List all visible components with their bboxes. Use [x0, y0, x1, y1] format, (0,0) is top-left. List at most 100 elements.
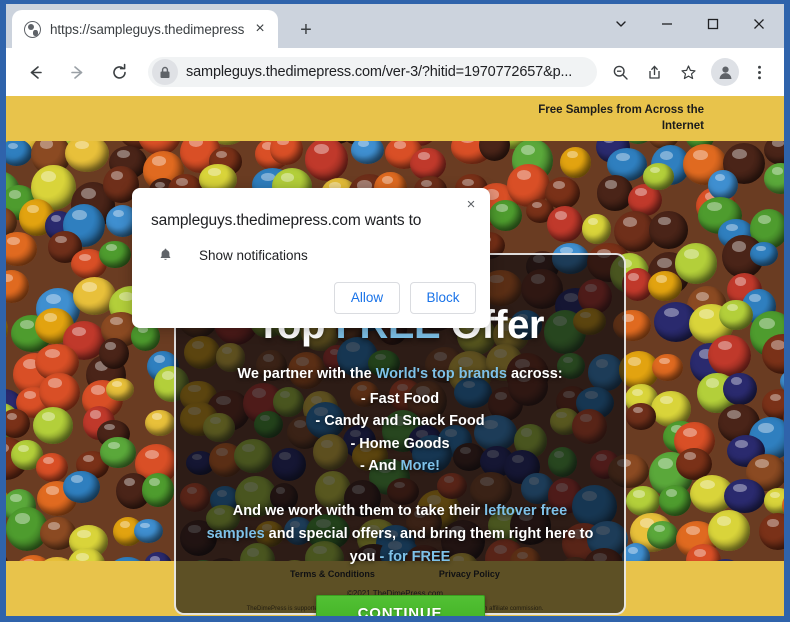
offer-intro-prefix: We partner with the — [237, 366, 376, 383]
candy-piece — [6, 549, 8, 561]
candy-piece — [6, 409, 31, 439]
zoom-out-icon[interactable] — [605, 57, 635, 87]
browser-tab[interactable]: https://sampleguys.thedimepress × — [12, 10, 278, 48]
candy-piece — [724, 479, 766, 514]
candy-piece — [350, 141, 384, 164]
candy-piece — [144, 409, 176, 437]
profile-avatar-icon[interactable] — [711, 58, 739, 86]
candy-piece — [764, 163, 784, 194]
candy-piece — [646, 521, 679, 550]
reload-icon[interactable] — [103, 56, 135, 88]
candy-piece — [625, 486, 660, 517]
star-icon[interactable] — [673, 57, 703, 87]
candy-piece — [6, 269, 29, 303]
offer-outro-highlight2: - for FREE — [379, 548, 451, 565]
share-icon[interactable] — [639, 57, 669, 87]
candy-piece — [658, 485, 692, 517]
allow-button[interactable]: Allow — [334, 282, 400, 314]
candy-piece — [582, 214, 612, 244]
candy-piece — [596, 175, 634, 211]
candy-piece — [546, 205, 583, 243]
offer-intro-highlight: World's top brands — [375, 366, 507, 383]
candy-piece — [674, 243, 718, 284]
offer-intro-line: We partner with the World's top brands a… — [176, 363, 624, 385]
browser-window-frame: https://sampleguys.thedimepress × + samp… — [0, 0, 790, 622]
bell-icon — [156, 246, 174, 264]
candy-piece — [708, 510, 750, 551]
close-icon[interactable] — [736, 7, 782, 41]
candy-piece — [410, 147, 446, 180]
candy-piece — [649, 211, 689, 249]
candy-piece — [141, 472, 175, 507]
candy-piece — [764, 487, 784, 515]
candy-piece — [100, 437, 136, 468]
lock-icon[interactable] — [152, 59, 178, 85]
offer-intro-suffix: across: — [506, 366, 563, 383]
new-tab-button[interactable]: + — [292, 16, 320, 44]
offer-bullet: - Home Goods — [350, 435, 450, 452]
page-viewport: Free Samples from Across the Internet To… — [6, 96, 784, 616]
candy-piece — [648, 271, 683, 302]
candy-piece — [626, 403, 656, 430]
candy-piece — [33, 406, 73, 444]
candy-piece — [6, 310, 8, 348]
candy-piece — [758, 513, 784, 551]
candy-piece — [723, 372, 757, 406]
candy-piece — [652, 353, 684, 382]
candy-piece — [35, 453, 69, 483]
three-dot-menu-icon[interactable] — [744, 57, 774, 87]
permission-dialog-buttons: Allow Block — [334, 282, 476, 314]
candy-piece — [708, 169, 738, 200]
site-header-band: Free Samples from Across the Internet — [6, 96, 784, 141]
continue-button[interactable]: CONTINUE — [315, 595, 485, 616]
offer-bullet-last-prefix: - And — [359, 458, 401, 475]
candy-piece — [62, 470, 100, 504]
tab-strip: https://sampleguys.thedimepress × + — [6, 4, 784, 48]
address-bar[interactable]: sampleguys.thedimepress.com/ver-3/?hitid… — [148, 57, 597, 87]
candy-piece — [750, 242, 779, 267]
offer-outro-paragraph: And we work with them to take their left… — [176, 500, 624, 570]
maximize-icon[interactable] — [690, 7, 736, 41]
offer-bullet: - And More! — [176, 455, 624, 477]
permission-request-label: Show notifications — [199, 247, 308, 263]
close-icon[interactable]: × — [460, 193, 482, 215]
address-bar-url[interactable]: sampleguys.thedimepress.com/ver-3/?hitid… — [186, 64, 597, 80]
minimize-icon[interactable] — [644, 7, 690, 41]
offer-bullet: - Fast Food — [360, 390, 440, 407]
close-icon[interactable]: × — [250, 19, 270, 39]
offer-bullet-list: - Fast Food - Candy and Snack Food - Hom… — [176, 388, 624, 478]
candy-piece — [719, 299, 753, 330]
candy-piece — [99, 240, 132, 269]
candy-piece — [105, 377, 135, 402]
permission-dialog-title: sampleguys.thedimepress.com wants to — [151, 212, 422, 229]
candy-piece — [560, 146, 592, 178]
candy-piece — [6, 232, 37, 267]
candy-piece — [708, 335, 751, 376]
candy-piece — [304, 141, 349, 182]
candy-piece — [98, 337, 129, 369]
candy-piece — [64, 141, 109, 173]
tab-title: https://sampleguys.thedimepress — [50, 21, 245, 37]
window-controls — [598, 6, 782, 42]
candy-piece — [39, 372, 81, 413]
candy-piece — [133, 519, 163, 544]
back-arrow-icon[interactable] — [19, 56, 51, 88]
block-button[interactable]: Block — [410, 282, 476, 314]
candy-piece — [144, 552, 173, 561]
offer-outro-part1: And we work with them to take their — [232, 502, 485, 519]
candy-piece — [762, 389, 784, 421]
candy-piece — [489, 199, 523, 231]
permission-request-row: Show notifications — [132, 230, 490, 264]
chevron-down-icon[interactable] — [598, 7, 644, 41]
offer-bullet-last-highlight: More! — [400, 458, 441, 475]
site-tagline: Free Samples from Across the Internet — [538, 104, 704, 132]
browser-toolbar: sampleguys.thedimepress.com/ver-3/?hitid… — [6, 48, 784, 96]
globe-icon — [24, 20, 41, 38]
candy-piece — [642, 163, 674, 190]
browser-window: https://sampleguys.thedimepress × + samp… — [6, 4, 784, 616]
offer-bullet: - Candy and Snack Food — [315, 413, 485, 430]
candy-piece — [763, 141, 784, 166]
candy-piece — [6, 141, 33, 167]
notification-permission-dialog: × sampleguys.thedimepress.com wants to S… — [132, 188, 490, 328]
forward-arrow-icon[interactable] — [61, 56, 93, 88]
